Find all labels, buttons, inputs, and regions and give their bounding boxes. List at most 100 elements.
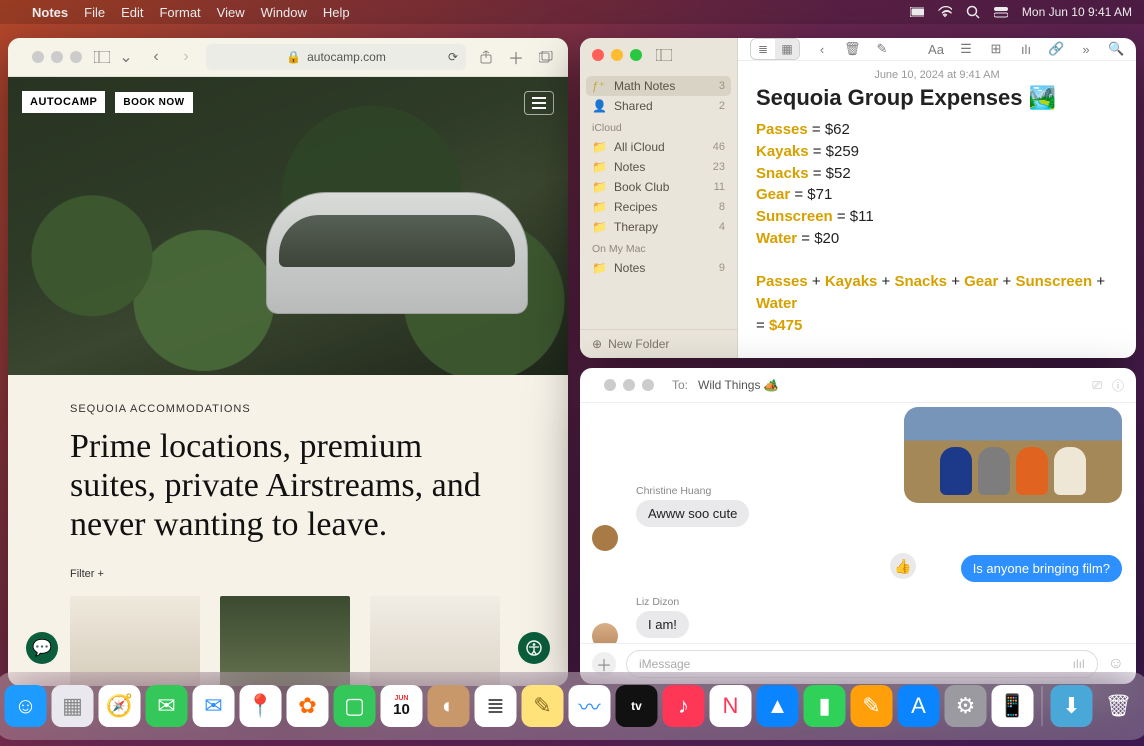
tabs-icon[interactable] — [536, 51, 556, 63]
accessibility-fab[interactable] — [518, 632, 550, 664]
menu-file[interactable]: File — [84, 5, 105, 20]
dock-settings[interactable]: ⚙ — [945, 685, 987, 727]
zoom-button[interactable] — [70, 51, 82, 63]
site-logo[interactable]: AUTOCAMP — [22, 91, 105, 113]
dock-maps[interactable]: 📍 — [240, 685, 282, 727]
link-icon[interactable]: 🔗 — [1048, 41, 1064, 57]
minimize-button[interactable] — [623, 379, 635, 391]
menu-format[interactable]: Format — [159, 5, 200, 20]
compose-icon[interactable]: ✎ — [874, 41, 890, 57]
checklist-icon[interactable]: ☰ — [958, 41, 974, 57]
hamburger-menu[interactable] — [524, 91, 554, 115]
control-center-icon[interactable] — [994, 5, 1008, 19]
back-nav-icon[interactable]: ‹ — [814, 42, 830, 57]
section-eyebrow: SEQUOIA ACCOMMODATIONS — [70, 403, 508, 415]
media-icon[interactable]: ılı — [1018, 42, 1034, 57]
dock-freeform[interactable]: 〰 — [569, 685, 611, 727]
dock-contacts[interactable]: ◐ — [428, 685, 470, 727]
menu-edit[interactable]: Edit — [121, 5, 143, 20]
sidebar-item[interactable]: 📁All iCloud46 — [580, 137, 737, 157]
dock-keynote[interactable]: ▲ — [757, 685, 799, 727]
dock-launchpad[interactable]: ▦ — [52, 685, 94, 727]
sidebar-item[interactable]: 📁Notes23 — [580, 157, 737, 177]
minimize-button[interactable] — [611, 49, 623, 61]
avatar[interactable] — [592, 525, 618, 551]
note-title[interactable]: Sequoia Group Expenses 🏞️ — [738, 85, 1136, 119]
chat-fab[interactable]: 💬 — [26, 632, 58, 664]
book-now-button[interactable]: BOOK NOW — [115, 92, 192, 113]
grid-view-icon[interactable]: ▦ — [775, 39, 799, 59]
dock-mail[interactable]: ✉ — [193, 685, 235, 727]
spotlight-icon[interactable] — [966, 5, 980, 19]
folder-icon: 📁 — [592, 261, 606, 275]
facetime-icon[interactable]: ⎚ — [1092, 378, 1102, 393]
wifi-icon[interactable] — [938, 5, 952, 19]
new-tab-icon[interactable]: ＋ — [506, 45, 526, 69]
filter-link[interactable]: Filter + — [70, 568, 508, 580]
sidebar-item[interactable]: ƒ⁺Math Notes3 — [586, 76, 731, 96]
close-button[interactable] — [604, 379, 616, 391]
view-toggle[interactable]: ≣ ▦ — [750, 38, 800, 60]
dock-messages[interactable]: ✉ — [146, 685, 188, 727]
dock-downloads[interactable]: ⬇ — [1051, 685, 1093, 727]
chevron-down-icon[interactable]: ⌄ — [116, 47, 136, 67]
forward-button[interactable]: › — [176, 48, 196, 66]
dock-reminders[interactable]: ≣ — [475, 685, 517, 727]
sidebar-item[interactable]: 📁Recipes8 — [580, 197, 737, 217]
menu-window[interactable]: Window — [261, 5, 307, 20]
menu-help[interactable]: Help — [323, 5, 350, 20]
sidebar-item[interactable]: 👤Shared2 — [580, 96, 737, 116]
message-bubble[interactable]: Awww soo cute — [636, 500, 749, 527]
sidebar-icon[interactable] — [92, 51, 112, 63]
emoji-icon[interactable]: ☺ — [1108, 655, 1124, 673]
dock-calendar[interactable]: JUN10 — [381, 685, 423, 727]
share-icon[interactable] — [476, 50, 496, 64]
sidebar-toggle-icon[interactable] — [656, 49, 672, 61]
dock-appstore[interactable]: A — [898, 685, 940, 727]
message-bubble[interactable]: Is anyone bringing film? — [961, 555, 1122, 582]
menubar-clock[interactable]: Mon Jun 10 9:41 AM — [1022, 5, 1132, 19]
app-name[interactable]: Notes — [32, 5, 68, 20]
sidebar-item[interactable]: 📁Notes9 — [580, 258, 737, 278]
battery-icon[interactable] — [910, 5, 924, 19]
minimize-button[interactable] — [51, 51, 63, 63]
info-icon[interactable]: ⓘ — [1112, 377, 1124, 394]
sent-photo[interactable] — [904, 407, 1122, 503]
close-button[interactable] — [592, 49, 604, 61]
close-button[interactable] — [32, 51, 44, 63]
dock-trash[interactable]: 🗑 — [1098, 685, 1140, 727]
dock-numbers[interactable]: ▮ — [804, 685, 846, 727]
dock-notes[interactable]: ✎ — [522, 685, 564, 727]
zoom-button[interactable] — [642, 379, 654, 391]
dock-safari[interactable]: 🧭 — [99, 685, 141, 727]
table-icon[interactable]: ⊞ — [988, 41, 1004, 57]
dock-photos[interactable]: ✿ — [287, 685, 329, 727]
dock-music[interactable]: ♪ — [663, 685, 705, 727]
sidebar-item[interactable]: 📁Book Club11 — [580, 177, 737, 197]
dock-news[interactable]: N — [710, 685, 752, 727]
dock-facetime[interactable]: ▢ — [334, 685, 376, 727]
dock-pages[interactable]: ✎ — [851, 685, 893, 727]
new-folder-button[interactable]: ⊕ New Folder — [580, 329, 737, 358]
person-icon: 👤 — [592, 99, 606, 113]
menu-view[interactable]: View — [217, 5, 245, 20]
avatar[interactable] — [592, 623, 618, 643]
zoom-button[interactable] — [630, 49, 642, 61]
sidebar-item[interactable]: 📁Therapy4 — [580, 217, 737, 237]
reaction-thumbs-up[interactable]: 👍 — [890, 553, 916, 579]
reload-icon[interactable]: ⟳ — [448, 50, 458, 64]
dock-mirroring[interactable]: 📱 — [992, 685, 1034, 727]
format-aa-icon[interactable]: Aa — [928, 42, 944, 57]
back-button[interactable]: ‹ — [146, 48, 166, 66]
list-view-icon[interactable]: ≣ — [751, 39, 775, 59]
search-icon[interactable]: 🔍 — [1108, 41, 1124, 57]
trash-icon[interactable]: 🗑 — [844, 41, 860, 57]
audio-icon[interactable]: ılıl — [1073, 657, 1085, 671]
message-bubble[interactable]: I am! — [636, 611, 689, 638]
address-bar[interactable]: 🔒 autocamp.com ⟳ — [206, 44, 466, 70]
note-body[interactable]: Passes = $62Kayaks = $259Snacks = $52Gea… — [738, 119, 1136, 358]
more-icon[interactable]: » — [1078, 42, 1094, 57]
dock-finder[interactable]: ☺ — [5, 685, 47, 727]
dock-tv[interactable]: tv — [616, 685, 658, 727]
to-value[interactable]: Wild Things 🏕️ — [698, 378, 779, 392]
